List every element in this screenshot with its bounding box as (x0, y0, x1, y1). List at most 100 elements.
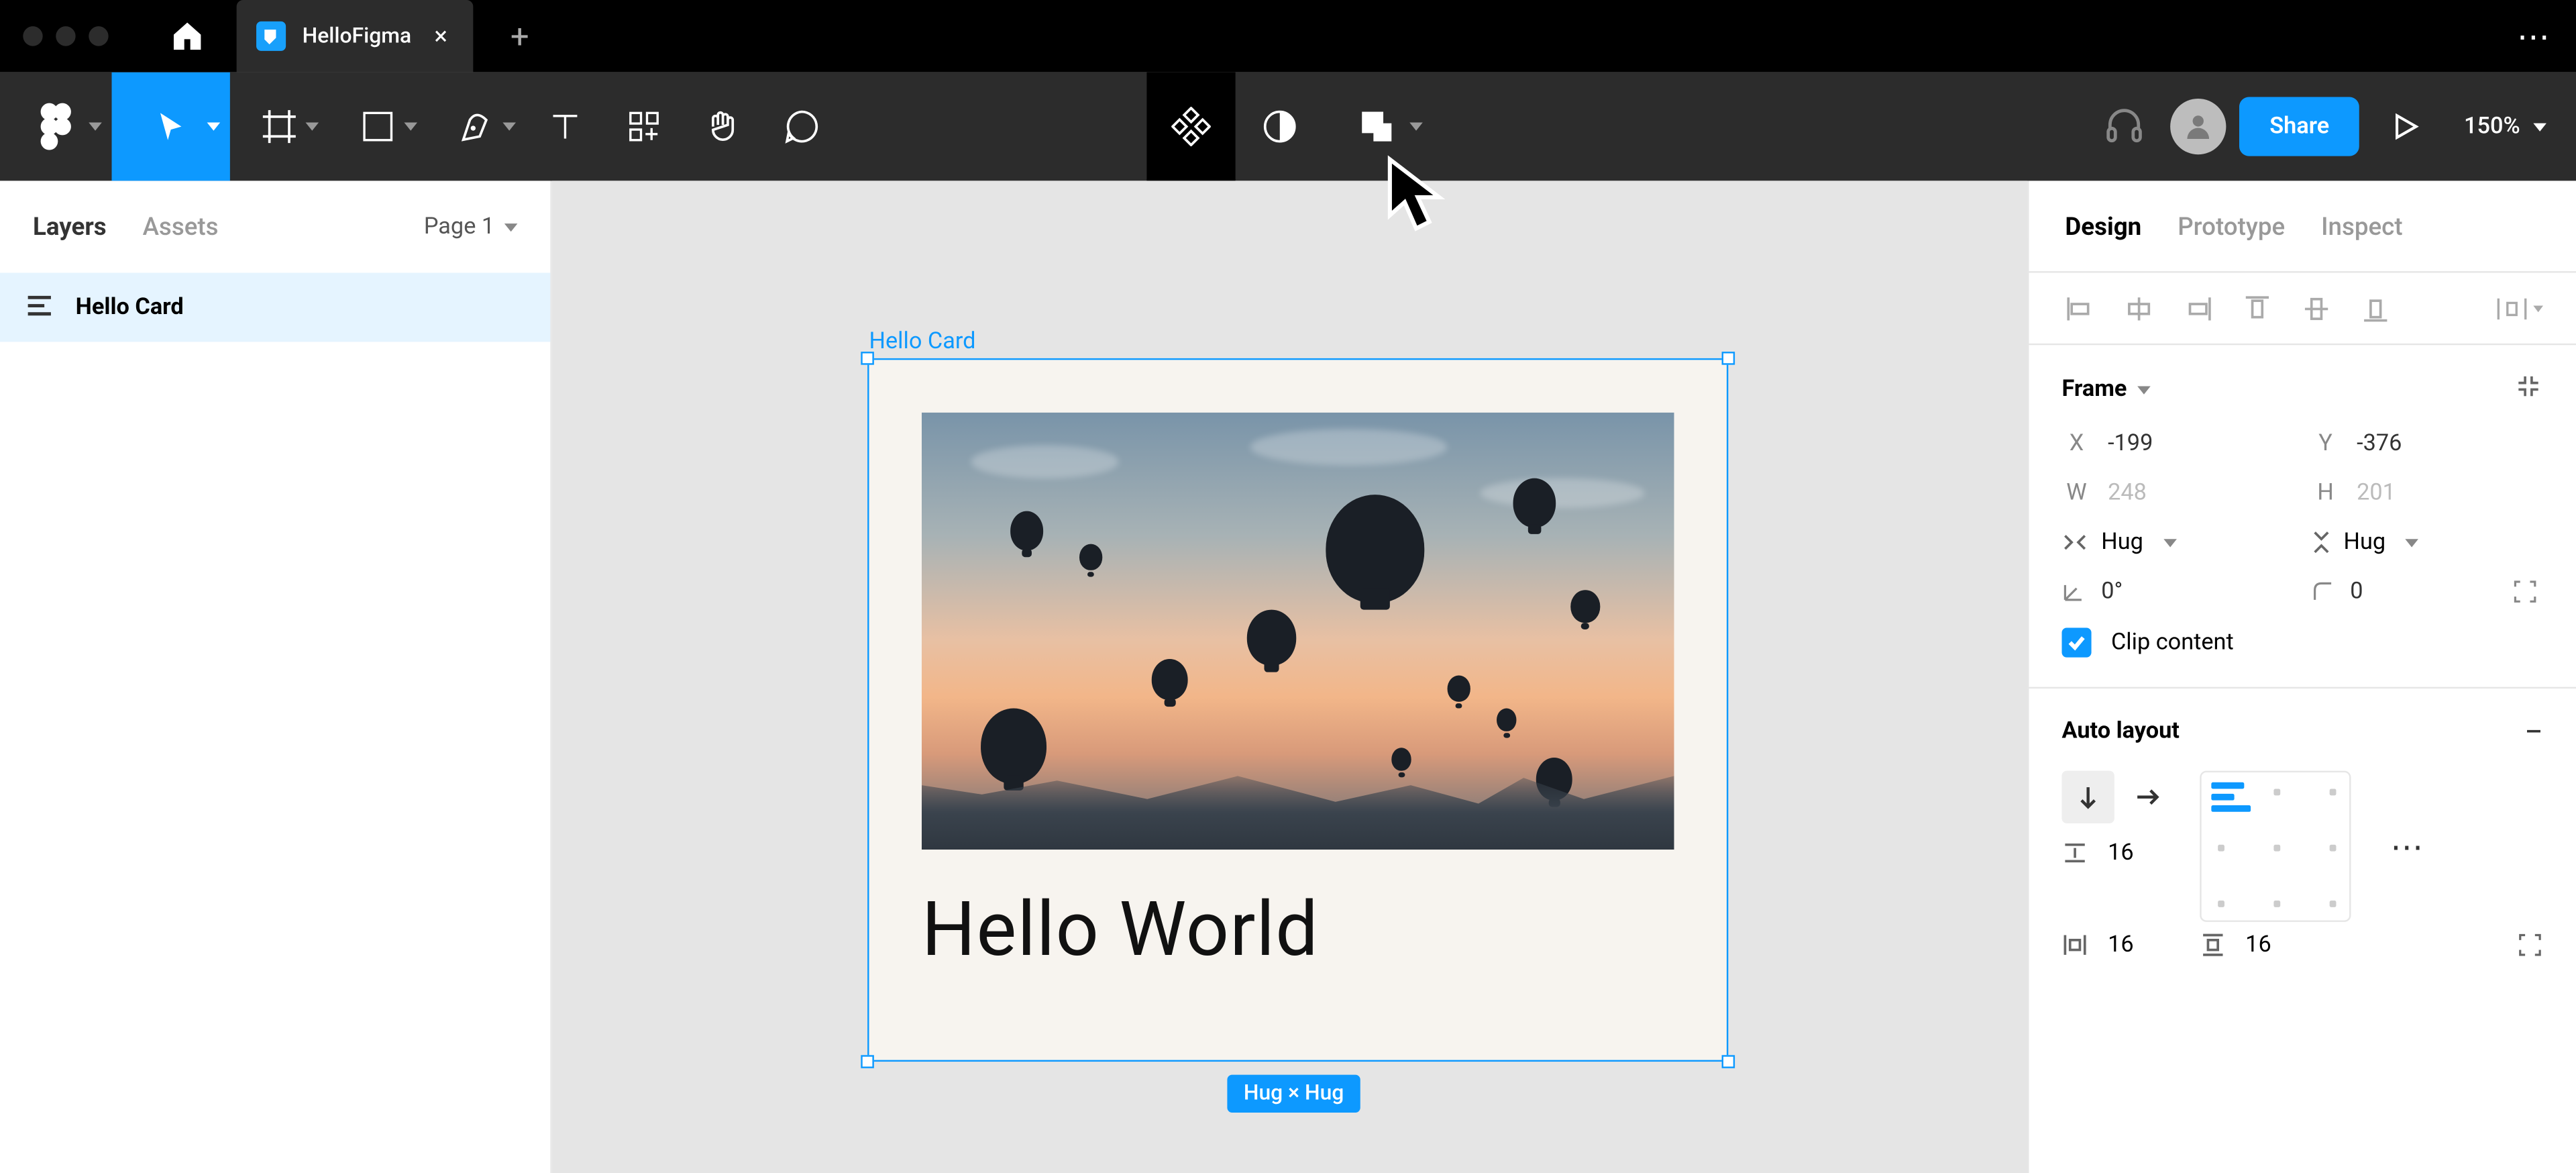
align-hcenter-button[interactable] (2121, 290, 2157, 326)
comment-tool[interactable] (762, 72, 841, 181)
zoom-selector[interactable]: 150% (2464, 113, 2546, 140)
checkbox-checked-icon (2061, 628, 2091, 658)
resources-tool[interactable] (604, 72, 684, 181)
share-button[interactable]: Share (2240, 97, 2359, 156)
height-input[interactable]: H201 (2311, 480, 2544, 506)
mask-tool[interactable] (1236, 72, 1324, 181)
independent-corners-icon (2512, 578, 2538, 605)
card-title-text: Hello World (922, 886, 1319, 974)
alignment-controls (2029, 273, 2576, 346)
corner-radius-input[interactable]: 0 (2311, 578, 2544, 605)
selected-frame[interactable]: Hello World (867, 358, 1728, 1062)
width-resize-mode[interactable]: Hug (2061, 529, 2294, 556)
dev-mode-tools (1146, 72, 1429, 181)
spacing-icon (2061, 839, 2088, 866)
resize-handle-tr[interactable] (1722, 352, 1735, 365)
direction-vertical-button[interactable] (2061, 771, 2114, 823)
left-panel-tabs: Layers Assets Page 1 (0, 181, 550, 272)
item-spacing-input[interactable]: 16 (2061, 839, 2174, 866)
hand-icon (703, 107, 743, 146)
align-bottom-button[interactable] (2357, 290, 2394, 326)
text-icon (547, 109, 584, 145)
new-tab-button[interactable]: + (494, 10, 546, 62)
y-input[interactable]: Y-376 (2311, 431, 2544, 457)
align-right-button[interactable] (2180, 290, 2216, 326)
frame-tool[interactable] (230, 72, 329, 181)
align-vcenter-button[interactable] (2298, 290, 2334, 326)
home-button[interactable] (151, 0, 223, 72)
angle-icon (2061, 580, 2084, 603)
independent-padding-icon (2517, 932, 2543, 958)
resize-handle-bl[interactable] (861, 1055, 874, 1068)
padding-vertical-input[interactable]: 16 (2200, 932, 2543, 958)
balloon-icon (1326, 495, 1424, 603)
rectangle-icon (360, 109, 396, 145)
comment-icon (782, 107, 822, 146)
autolayout-more-button[interactable]: ⋯ (2390, 827, 2426, 866)
arrow-right-icon (2134, 786, 2160, 809)
toolbar-right: Share 150% (2092, 72, 2576, 181)
boolean-tool[interactable] (1324, 72, 1430, 181)
file-tab[interactable]: HelloFigma × (237, 0, 474, 72)
resources-icon (626, 109, 662, 145)
text-tool[interactable] (526, 72, 605, 181)
file-tab-title: HelloFigma (303, 24, 412, 49)
rotation-input[interactable]: 0° (2061, 578, 2294, 605)
frame-section-title[interactable]: Frame (2061, 376, 2149, 403)
distribute-button[interactable] (2494, 290, 2543, 326)
resize-to-fit-icon (2514, 371, 2543, 401)
title-bar: HelloFigma × + ⋯ (0, 0, 2576, 72)
align-left-button[interactable] (2061, 290, 2098, 326)
padding-h-icon (2061, 932, 2088, 958)
width-input[interactable]: W248 (2061, 480, 2294, 506)
clip-content-toggle[interactable]: Clip content (2061, 628, 2543, 658)
alignment-grid[interactable] (2200, 771, 2351, 922)
tab-design[interactable]: Design (2065, 211, 2141, 241)
figma-file-icon (256, 21, 286, 51)
right-panel: Design Prototype Inspect Frame (2027, 181, 2576, 1173)
chevron-down-icon (504, 223, 518, 231)
independent-corners-button[interactable] (2507, 578, 2543, 605)
resize-handle-br[interactable] (1722, 1055, 1735, 1068)
cursor-icon (153, 109, 189, 145)
tab-inspect[interactable]: Inspect (2321, 211, 2402, 241)
autolayout-title: Auto layout (2061, 718, 2179, 744)
remove-autolayout-button[interactable]: − (2524, 711, 2543, 751)
resize-to-fit-button[interactable] (2514, 371, 2543, 407)
canvas[interactable]: Hello Card (552, 181, 2027, 1173)
close-tab-button[interactable]: × (428, 23, 454, 49)
titlebar-more-button[interactable]: ⋯ (2517, 16, 2553, 56)
chevron-down-icon (2163, 538, 2176, 546)
pen-tool[interactable] (427, 72, 526, 181)
main-area: Layers Assets Page 1 Hello Card Hello Ca… (0, 181, 2576, 1173)
x-input[interactable]: X-199 (2061, 431, 2294, 457)
tab-layers[interactable]: Layers (33, 212, 107, 242)
chevron-down-icon (2137, 385, 2150, 393)
tab-assets[interactable]: Assets (143, 212, 219, 242)
resize-handle-tl[interactable] (861, 352, 874, 365)
person-icon (2182, 110, 2215, 143)
shape-tool[interactable] (329, 72, 427, 181)
direction-horizontal-button[interactable] (2121, 771, 2174, 823)
dimension-badge: Hug × Hug (1227, 1075, 1360, 1113)
present-button[interactable] (2372, 94, 2438, 160)
height-resize-mode[interactable]: Hug (2311, 529, 2544, 556)
page-selector[interactable]: Page 1 (424, 213, 518, 240)
move-tool[interactable] (112, 72, 230, 181)
padding-horizontal-input[interactable]: 16 (2061, 932, 2133, 958)
page-selector-label: Page 1 (424, 213, 494, 240)
right-panel-tabs: Design Prototype Inspect (2029, 181, 2576, 272)
toolbar: Share 150% (0, 72, 2576, 181)
audio-button[interactable] (2092, 94, 2158, 160)
component-tool[interactable] (1146, 72, 1235, 181)
component-icon (1171, 107, 1211, 146)
hand-tool[interactable] (684, 72, 763, 181)
tab-prototype[interactable]: Prototype (2178, 211, 2285, 241)
frame-icon (260, 107, 299, 146)
frame-label[interactable]: Hello Card (869, 329, 976, 355)
user-avatar[interactable] (2171, 99, 2226, 154)
align-top-button[interactable] (2239, 290, 2275, 326)
main-menu-button[interactable] (0, 0, 112, 623)
card-image (922, 413, 1674, 850)
corner-radius-icon (2311, 580, 2334, 603)
